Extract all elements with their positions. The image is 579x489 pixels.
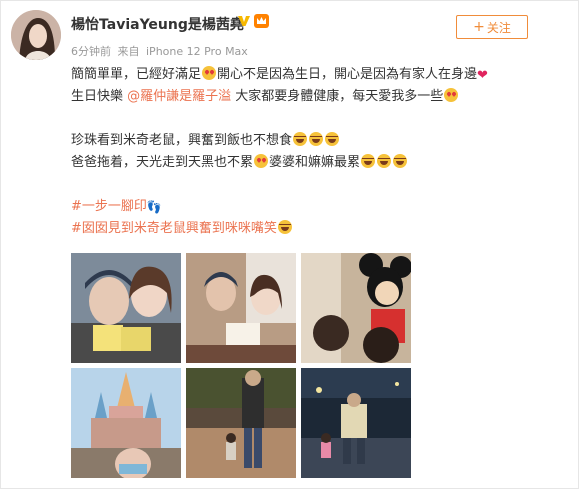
text-segment: 大家都要身體健康，每天愛我多一些	[231, 89, 444, 104]
weibo-post-card: 楊怡TaviaYeung是楊茜堯 6分钟前 来自 iPhone 12 Pro M…	[0, 0, 579, 489]
avatar[interactable]	[11, 10, 61, 60]
laughing-emoji-icon	[277, 220, 292, 234]
follow-label: 关注	[486, 20, 511, 35]
text-segment: 婆婆和嫲嫲最累	[269, 155, 361, 170]
red-heart-icon: ❤	[477, 68, 488, 83]
photo-night-park[interactable]	[301, 368, 411, 478]
text-line-2: 生日快樂 @羅仲謙是羅子溢 大家都要身體健康，每天愛我多一些	[71, 86, 571, 108]
hashtag-line-2: #囡囡見到米奇老鼠興奮到咪咪嘴笑	[71, 218, 571, 240]
laughing-emoji-icon	[361, 154, 376, 168]
laughing-emoji-icon	[393, 154, 408, 168]
laughing-emoji-icon	[325, 132, 340, 146]
heart-eyes-emoji-icon	[254, 154, 269, 168]
photo-selfie-family[interactable]	[71, 253, 181, 363]
post-meta: 6分钟前 来自 iPhone 12 Pro Max	[71, 43, 251, 59]
mention-link[interactable]: @羅仲謙是羅子溢	[127, 89, 231, 104]
text-line-4: 爸爸拖着，天光走到天黑也不累 婆婆和嫲嫲最累	[71, 152, 571, 174]
heart-eyes-emoji-icon	[202, 66, 217, 80]
text-segment: 爸爸拖着，天光走到天黑也不累	[71, 155, 254, 170]
verified-v-icon[interactable]	[237, 14, 251, 28]
hashtag-link[interactable]: #囡囡見到米奇老鼠興奮到咪咪嘴笑	[71, 221, 277, 236]
vip-crown-icon[interactable]	[254, 14, 269, 28]
plus-icon: +	[473, 19, 485, 35]
laughing-emoji-icon	[309, 132, 324, 146]
photo-evening-walk[interactable]	[186, 368, 296, 478]
hashtag-line-1: #一步一腳印👣	[71, 196, 571, 218]
text-segment: 珍珠看到米奇老鼠，興奮到飯也不想食	[71, 133, 293, 148]
username[interactable]: 楊怡TaviaYeung是楊茜堯	[71, 14, 244, 34]
post-text: 簡簡單單，已經好滿足 開心不是因為生日，開心是因為有家人在身邊❤ 生日快樂 @羅仲…	[71, 64, 571, 240]
text-segment: 生日快樂	[71, 89, 128, 104]
text-segment: 開心不是因為生日，開心是因為有家人在身邊	[217, 67, 478, 82]
photo-castle[interactable]	[71, 368, 181, 478]
source-prefix: 来自	[117, 45, 140, 58]
photo-birthday-cake[interactable]	[186, 253, 296, 363]
laughing-emoji-icon	[377, 154, 392, 168]
text-segment: 簡簡單單，已經好滿足	[71, 67, 202, 82]
text-line-3: 珍珠看到米奇老鼠，興奮到飯也不想食	[71, 130, 571, 152]
follow-button[interactable]: + 关注	[456, 15, 528, 39]
laughing-emoji-icon	[293, 132, 308, 146]
post-time[interactable]: 6分钟前	[71, 45, 111, 58]
text-line-1: 簡簡單單，已經好滿足 開心不是因為生日，開心是因為有家人在身邊❤	[71, 64, 571, 86]
footprints-icon: 👣	[146, 200, 162, 214]
heart-eyes-emoji-icon	[444, 88, 459, 102]
post-source[interactable]: iPhone 12 Pro Max	[146, 45, 248, 58]
hashtag-link[interactable]: #一步一腳印	[71, 199, 147, 214]
photo-mickey-mouse[interactable]	[301, 253, 411, 363]
